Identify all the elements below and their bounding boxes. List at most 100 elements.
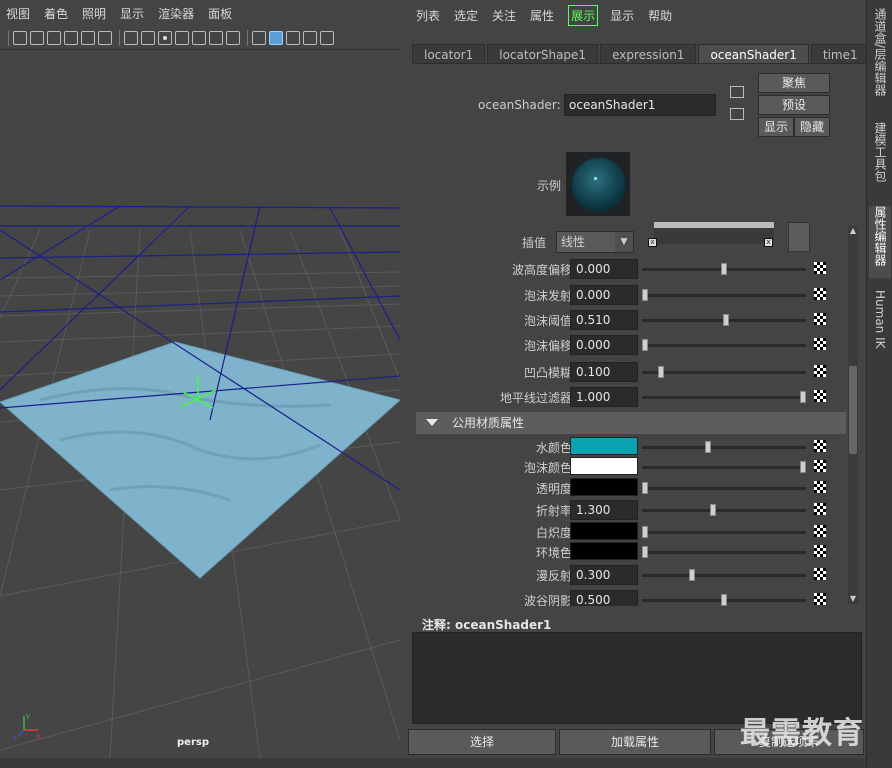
ramp-pin-left-icon[interactable]: x xyxy=(648,238,657,247)
interpolation-select[interactable]: 线性 ▼ xyxy=(556,231,634,253)
tab-attribute-editor[interactable]: 属性编辑器 xyxy=(869,206,891,278)
smooth-shade-icon[interactable] xyxy=(269,30,283,45)
tab-locator1[interactable]: locator1 xyxy=(412,44,486,64)
ramp-pin-right-icon[interactable]: x xyxy=(764,238,773,247)
safe-title-icon[interactable] xyxy=(226,30,240,45)
gate-mask-icon[interactable] xyxy=(175,30,189,45)
menu-renderer[interactable]: 渲染器 xyxy=(158,5,194,22)
attribute-slider-thumb[interactable] xyxy=(657,366,664,378)
tab-locatorshape1[interactable]: locatorShape1 xyxy=(487,44,599,64)
menu-showcase[interactable]: 展示 xyxy=(568,4,599,26)
map-texture-icon[interactable] xyxy=(814,262,826,274)
attribute-slider-track[interactable] xyxy=(642,466,806,469)
map-texture-icon[interactable] xyxy=(814,568,826,580)
attribute-slider-track[interactable] xyxy=(642,509,806,512)
input-connection-icon[interactable] xyxy=(730,86,744,98)
menu-lighting[interactable]: 照明 xyxy=(82,5,106,22)
wireframe-icon[interactable] xyxy=(252,30,266,45)
viewport-panel[interactable]: 视图 着色 照明 显示 渲染器 面板 y x z persp xyxy=(0,0,400,758)
tab-time1[interactable]: time1 xyxy=(810,44,870,64)
menu-display[interactable]: 显示 xyxy=(610,7,634,24)
time-slider-strip[interactable] xyxy=(0,758,866,768)
menu-list[interactable]: 列表 xyxy=(416,7,440,24)
safe-action-icon[interactable] xyxy=(209,30,223,45)
attribute-slider-thumb[interactable] xyxy=(800,461,806,473)
menu-attributes[interactable]: 属性 xyxy=(530,7,554,24)
color-swatch[interactable] xyxy=(570,457,638,475)
camera-attributes-icon[interactable] xyxy=(30,30,44,45)
tab-expression1[interactable]: expression1 xyxy=(600,44,697,64)
attribute-slider-track[interactable] xyxy=(642,371,806,374)
color-swatch[interactable] xyxy=(570,542,638,560)
grid-icon[interactable] xyxy=(124,30,138,45)
field-chart-icon[interactable] xyxy=(192,30,206,45)
film-gate-icon[interactable] xyxy=(141,30,155,45)
grease-pencil-icon[interactable] xyxy=(98,30,112,45)
menu-selected[interactable]: 选定 xyxy=(454,7,478,24)
tab-human-ik[interactable]: Human IK xyxy=(869,290,891,362)
menu-panels[interactable]: 面板 xyxy=(208,5,232,22)
menu-view[interactable]: 视图 xyxy=(6,5,30,22)
attribute-slider-track[interactable] xyxy=(642,574,806,577)
tab-modeling-toolkit[interactable]: 建模工具包 xyxy=(869,122,891,194)
attribute-value-field[interactable]: 0.000 xyxy=(570,259,638,279)
bookmark-icon[interactable] xyxy=(47,30,61,45)
attribute-slider-thumb[interactable] xyxy=(800,391,806,403)
scrollbar-thumb[interactable] xyxy=(849,366,857,454)
map-texture-icon[interactable] xyxy=(814,481,826,493)
attributes-scrollbar[interactable]: ▲ ▼ xyxy=(848,226,858,604)
map-texture-icon[interactable] xyxy=(814,460,826,472)
map-texture-icon[interactable] xyxy=(814,365,826,377)
attribute-slider-thumb[interactable] xyxy=(721,594,727,606)
color-swatch[interactable] xyxy=(570,478,638,496)
map-texture-icon[interactable] xyxy=(814,288,826,300)
scroll-up-icon[interactable]: ▲ xyxy=(848,226,858,236)
attribute-value-field[interactable]: 1.000 xyxy=(570,387,638,407)
attribute-slider-thumb[interactable] xyxy=(721,263,727,275)
textured-icon[interactable] xyxy=(303,30,317,45)
attribute-slider-thumb[interactable] xyxy=(642,482,648,494)
attribute-slider-thumb[interactable] xyxy=(642,526,648,538)
map-texture-icon[interactable] xyxy=(814,390,826,402)
attribute-slider-track[interactable] xyxy=(642,487,806,490)
attribute-slider-thumb[interactable] xyxy=(705,441,712,453)
attribute-slider-track[interactable] xyxy=(642,446,806,449)
attribute-slider-track[interactable] xyxy=(642,396,806,399)
attribute-value-field[interactable]: 0.000 xyxy=(570,285,638,305)
focus-button[interactable]: 聚焦 xyxy=(758,73,830,93)
attribute-value-field[interactable]: 1.300 xyxy=(570,500,638,520)
map-texture-icon[interactable] xyxy=(814,525,826,537)
scroll-down-icon[interactable]: ▼ xyxy=(848,594,858,604)
attribute-slider-track[interactable] xyxy=(642,531,806,534)
image-plane-icon[interactable] xyxy=(64,30,78,45)
attribute-slider-track[interactable] xyxy=(642,344,806,347)
attribute-slider-thumb[interactable] xyxy=(709,504,716,516)
show-button[interactable]: 显示 xyxy=(758,117,794,137)
node-name-field[interactable]: oceanShader1 xyxy=(564,94,716,116)
attribute-value-field[interactable]: 0.510 xyxy=(570,310,638,330)
use-all-lights-icon[interactable] xyxy=(320,30,334,45)
menu-help[interactable]: 帮助 xyxy=(648,7,672,24)
wireframe-on-shaded-icon[interactable] xyxy=(286,30,300,45)
map-texture-icon[interactable] xyxy=(814,593,826,605)
tab-oceanshader1[interactable]: oceanShader1 xyxy=(698,44,809,64)
map-texture-icon[interactable] xyxy=(814,545,826,557)
viewport-scene[interactable] xyxy=(0,50,400,758)
attribute-slider-thumb[interactable] xyxy=(722,314,729,326)
menu-shading[interactable]: 着色 xyxy=(44,5,68,22)
output-connection-icon[interactable] xyxy=(730,108,744,120)
map-texture-icon[interactable] xyxy=(814,503,826,515)
tab-channel-box[interactable]: 通道盒/层编辑器 xyxy=(869,8,891,108)
attribute-slider-thumb[interactable] xyxy=(689,569,696,581)
color-swatch[interactable] xyxy=(570,522,638,540)
color-swatch[interactable] xyxy=(570,437,638,455)
2d-pan-zoom-icon[interactable] xyxy=(81,30,95,45)
ramp-gradient[interactable]: x x xyxy=(648,222,774,247)
map-texture-icon[interactable] xyxy=(814,338,826,350)
ramp-selected-color[interactable] xyxy=(788,222,810,252)
attribute-value-field[interactable]: 0.300 xyxy=(570,565,638,585)
menu-focus[interactable]: 关注 xyxy=(492,7,516,24)
attribute-slider-track[interactable] xyxy=(642,294,806,297)
load-attributes-button[interactable]: 加载属性 xyxy=(559,729,711,755)
menu-show[interactable]: 显示 xyxy=(120,5,144,22)
